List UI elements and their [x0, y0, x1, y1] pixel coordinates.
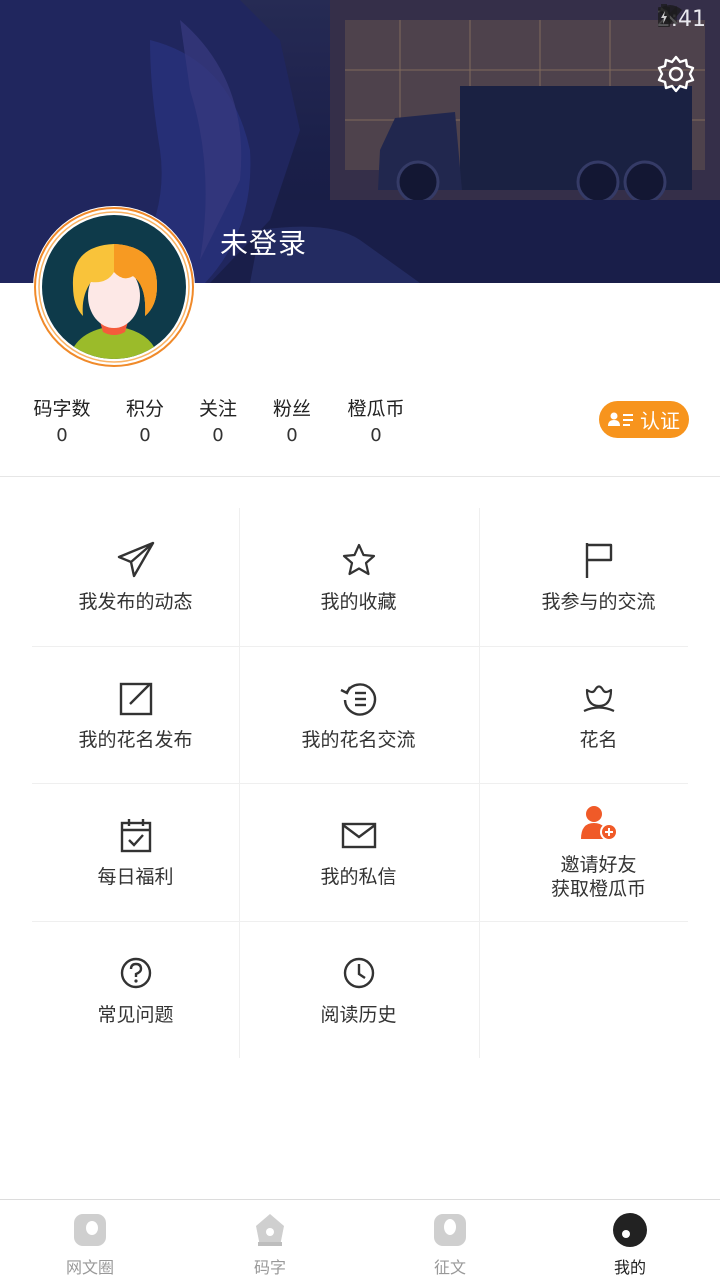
stat-label: 橙瓜币	[347, 398, 405, 420]
menu-daily-bonus[interactable]: 每日福利	[32, 783, 239, 921]
nav-label: 我的	[613, 1258, 646, 1277]
menu-my-alias-posts[interactable]: 我的花名发布	[32, 646, 239, 784]
verify-button[interactable]: 认证	[599, 401, 689, 438]
stat-label: 粉丝	[272, 398, 311, 420]
invite-user-icon	[580, 806, 618, 841]
menu-label: 我的花名发布	[78, 729, 193, 751]
menu-label: 我发布的动态	[78, 591, 193, 613]
stat-label: 关注	[198, 398, 237, 420]
menu-reading-history[interactable]: 阅读历史	[255, 921, 462, 1059]
nav-label: 码字	[253, 1258, 286, 1277]
nav-label: 网文圈	[65, 1258, 114, 1277]
pen-nib-icon	[256, 1214, 284, 1246]
nav-tab-circle[interactable]: 网文圈	[0, 1200, 180, 1280]
nav-label: 征文	[433, 1258, 466, 1277]
menu-label: 花名	[579, 729, 618, 751]
calendar-check-icon	[120, 819, 151, 853]
circle-tab-icon	[74, 1214, 106, 1246]
stat-value: 0	[212, 425, 224, 446]
menu-label: 我的收藏	[320, 591, 397, 613]
avatar[interactable]	[33, 206, 195, 368]
stat-value: 0	[370, 425, 382, 446]
flag-icon	[585, 543, 612, 578]
edit-square-icon	[119, 682, 152, 716]
stat-label: 码字数	[33, 398, 91, 420]
stat-label: 积分	[125, 398, 164, 420]
nav-tab-me[interactable]: 我的	[540, 1200, 720, 1280]
gear-icon	[657, 55, 695, 93]
menu-label: 阅读历史	[320, 1004, 397, 1026]
menu-label: 我的私信	[320, 866, 397, 888]
menu-label: 我的花名交流	[301, 729, 416, 751]
avatar-image	[34, 207, 194, 367]
id-card-icon	[608, 412, 633, 426]
star-icon	[342, 543, 375, 576]
nav-tab-writing[interactable]: 码字	[180, 1200, 360, 1280]
nav-tab-contest[interactable]: 征文	[360, 1200, 540, 1280]
menu-invite-friends[interactable]: 邀请好友 获取橙瓜币	[495, 783, 702, 921]
stat-following[interactable]: 关注 0	[193, 394, 243, 446]
menu-faq[interactable]: 常见问题	[32, 921, 239, 1059]
mail-icon	[341, 822, 376, 849]
menu-my-posts[interactable]: 我发布的动态	[32, 508, 239, 646]
history-list-icon	[339, 683, 376, 716]
menu-my-favorites[interactable]: 我的收藏	[255, 508, 462, 646]
me-tab-icon	[613, 1213, 647, 1247]
stat-value: 0	[56, 425, 68, 446]
status-bar: 2:41	[657, 4, 706, 34]
question-icon	[120, 957, 151, 989]
menu-alias[interactable]: 花名	[495, 646, 702, 784]
menu-label: 每日福利	[97, 866, 174, 888]
username[interactable]: 未登录	[220, 222, 307, 262]
flower-icon	[583, 685, 614, 713]
stat-points[interactable]: 积分 0	[120, 394, 170, 446]
menu-messages[interactable]: 我的私信	[255, 783, 462, 921]
stat-value: 0	[139, 425, 151, 446]
menu-my-alias-discussions[interactable]: 我的花名交流	[255, 646, 462, 784]
paper-plane-icon	[117, 541, 154, 578]
contest-tab-icon	[434, 1214, 466, 1246]
bottom-nav: 网文圈 码字 征文 我的	[0, 1199, 720, 1280]
stat-value: 0	[286, 425, 298, 446]
divider	[0, 476, 720, 477]
stat-word-count[interactable]: 码字数 0	[32, 394, 92, 446]
battery-icon	[657, 4, 670, 27]
stat-followers[interactable]: 粉丝 0	[267, 394, 317, 446]
menu-label: 常见问题	[97, 1004, 174, 1026]
menu-label: 我参与的交流	[541, 591, 656, 613]
clock-icon	[343, 957, 374, 989]
menu-my-discussions[interactable]: 我参与的交流	[495, 508, 702, 646]
verify-label: 认证	[640, 409, 680, 433]
stat-coins[interactable]: 橙瓜币 0	[346, 394, 406, 446]
menu-label: 邀请好友 获取橙瓜币	[550, 854, 646, 900]
settings-button[interactable]	[656, 54, 696, 94]
